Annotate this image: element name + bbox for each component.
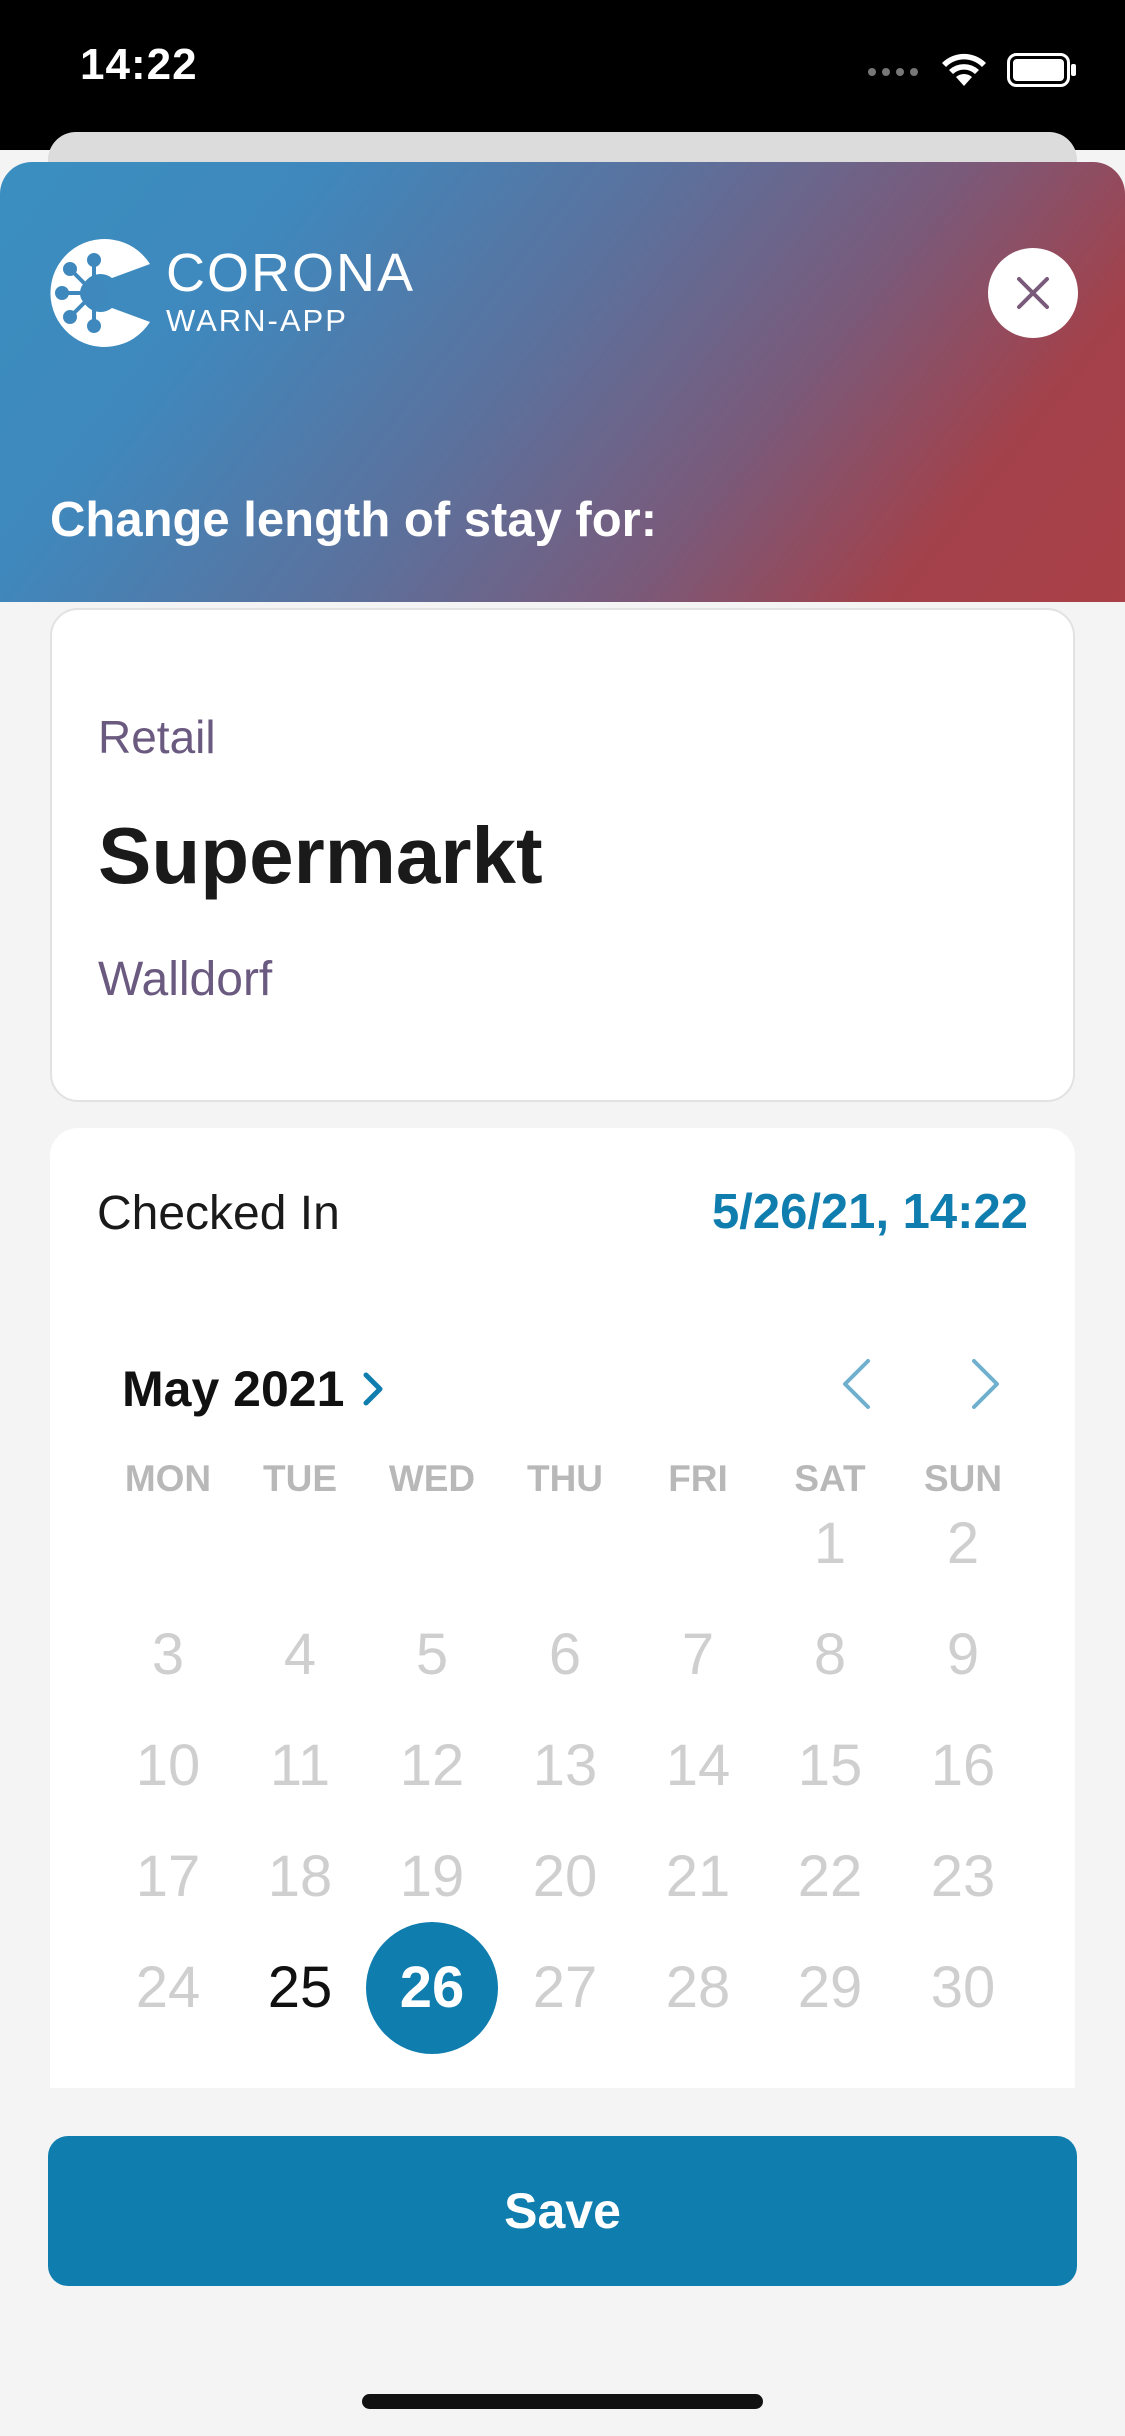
day-number: 26 [399,1955,465,2020]
chevron-right-icon [363,1372,383,1406]
location-card: Retail Supermarkt Walldorf [50,608,1075,1102]
day-number: 24 [135,1955,201,2020]
battery-icon [1007,53,1076,87]
cellular-signal-icon [868,68,918,76]
day-number: 18 [267,1844,333,1909]
calendar-day: 28 [632,1922,764,2054]
day-number: 25 [267,1955,333,2020]
day-number: 29 [797,1955,863,2020]
logo-title: CORONA [166,243,416,303]
day-number: 1 [813,1511,847,1576]
checkin-card: Checked In 5/26/21, 14:22 May 2021 MON TU… [50,1128,1075,2088]
weekday-tue: TUE [263,1458,337,1499]
checked-in-value[interactable]: 5/26/21, 14:22 [712,1184,1028,1240]
next-month-button[interactable] [956,1354,1016,1414]
day-number: 2 [946,1511,980,1576]
day-number: 22 [797,1844,863,1909]
day-number: 17 [135,1844,201,1909]
location-type: Retail [98,711,216,763]
weekday-fri: FRI [668,1458,728,1499]
corona-warn-app-logo: CORONA WARN-APP [48,234,415,352]
wifi-icon [942,53,986,86]
day-number: 21 [665,1844,731,1909]
close-button[interactable] [988,248,1078,338]
day-number: 23 [930,1844,996,1909]
selected-day[interactable]: 26 [366,1922,498,2054]
day-number: 3 [151,1622,185,1687]
day-number: 16 [930,1733,996,1798]
day-number: 7 [681,1622,715,1687]
status-time: 14:22 [80,40,198,89]
weekday-thu: THU [526,1458,604,1499]
day-number: 13 [532,1733,598,1798]
month-picker-button[interactable]: May 2021 [122,1360,384,1418]
day-number: 12 [399,1733,465,1798]
virus-logo-icon [50,239,151,347]
previous-month-button[interactable] [826,1354,886,1414]
day-number: 8 [813,1622,847,1687]
header: CORONA WARN-APP Change length of stay fo… [0,162,1125,602]
day-number: 15 [797,1733,863,1798]
save-button[interactable]: Save [48,2136,1077,2286]
weekday-mon: MON [124,1458,212,1499]
close-icon [1017,277,1049,309]
weekday-wed: WED [388,1458,476,1499]
day-number: 10 [135,1733,201,1798]
location-name: Supermarkt [98,811,543,900]
day-number: 5 [415,1622,449,1687]
day-number: 27 [532,1955,598,2020]
day-number: 4 [283,1622,317,1687]
calendar-day: 29 [764,1922,896,2054]
calendar-day: 30 [897,1922,1029,2054]
logo-subtitle: WARN-APP [166,303,348,338]
checked-in-label: Checked In [97,1187,340,1240]
day-number: 30 [930,1955,996,2020]
calendar-day[interactable]: 25 [234,1922,366,2054]
calendar-day: 27 [499,1922,631,2054]
location-address: Walldorf [98,953,273,1006]
month-label: May 2021 [122,1361,345,1417]
calendar-day: 24 [102,1922,234,2054]
chevron-right-icon [972,1359,999,1409]
status-icons [867,48,1077,92]
chevron-left-icon [843,1359,870,1409]
home-indicator [362,2394,763,2409]
day-number: 11 [269,1733,331,1798]
day-number: 19 [399,1844,465,1909]
status-bar: 14:22 [0,0,1125,150]
logo-text: CORONA WARN-APP [166,246,415,340]
day-number: 14 [665,1733,731,1798]
day-number: 6 [548,1622,582,1687]
day-number: 20 [532,1844,598,1909]
day-number: 28 [665,1955,731,2020]
page-title: Change length of stay for: [50,493,658,547]
day-number: 9 [946,1622,980,1687]
